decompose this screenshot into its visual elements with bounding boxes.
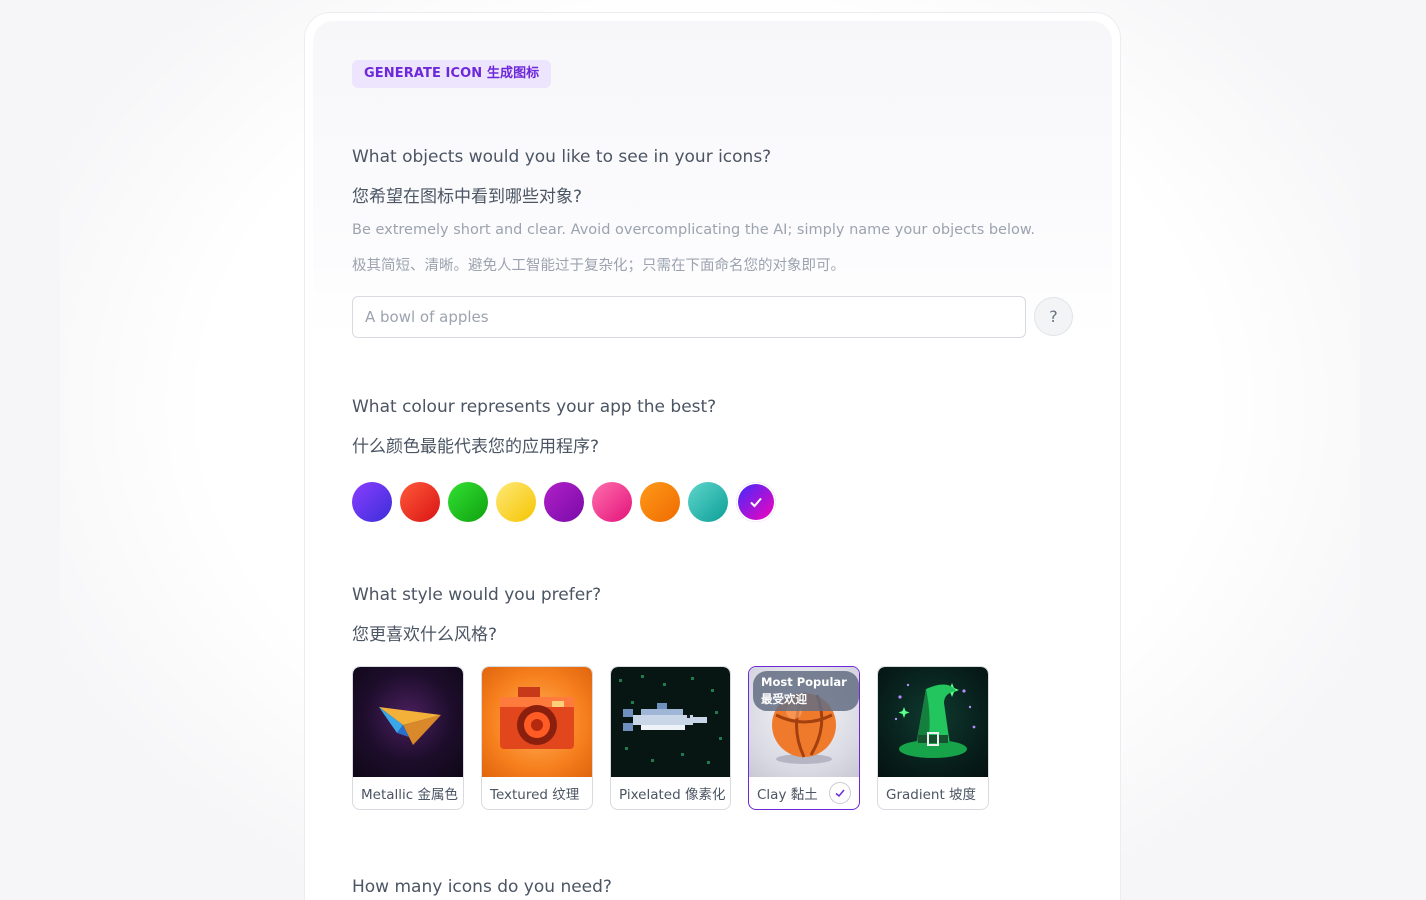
- objects-hint-en: Be extremely short and clear. Avoid over…: [352, 222, 1036, 238]
- colour-swatch-red[interactable]: [400, 482, 440, 522]
- generate-icon-badge: GENERATE ICON 生成图标: [352, 60, 552, 88]
- style-label-clay: Clay 黏土: [757, 787, 818, 803]
- colour-question-en: What colour represents your app the best…: [352, 397, 717, 417]
- style-label-pixelated: Pixelated 像素化: [619, 787, 726, 803]
- camera-icon: [482, 667, 592, 777]
- objects-question-zh: 您希望在图标中看到哪些对象?: [352, 187, 583, 207]
- style-option-clay[interactable]: Most Popular 最受欢迎 Clay 黏土: [748, 666, 860, 810]
- objects-hint-zh: 极其简短、清晰。避免人工智能过于复杂化；只需在下面命名您的对象即可。: [352, 258, 845, 274]
- most-popular-badge: Most Popular 最受欢迎: [753, 671, 859, 711]
- style-option-pixelated[interactable]: Pixelated 像素化: [610, 666, 731, 810]
- dolphin-icon: [611, 667, 730, 777]
- colour-swatch-teal[interactable]: [688, 482, 728, 522]
- check-icon: [829, 782, 851, 804]
- style-option-metallic[interactable]: Metallic 金属色: [352, 666, 464, 810]
- style-question-zh: 您更喜欢什么风格?: [352, 625, 498, 645]
- colour-swatch-magenta-blue[interactable]: [736, 482, 776, 522]
- colour-swatch-orange[interactable]: [640, 482, 680, 522]
- objects-input[interactable]: [352, 296, 1026, 338]
- paper-plane-icon: [353, 667, 463, 777]
- check-icon: [750, 497, 762, 508]
- style-label-gradient: Gradient 坡度: [886, 787, 977, 803]
- style-question-en: What style would you prefer?: [352, 585, 602, 605]
- style-options: Metallic 金属色 Textured 纹理 Pixelated 像素化 M…: [352, 666, 989, 810]
- objects-question-en: What objects would you like to see in yo…: [352, 147, 772, 167]
- colour-swatch-pink[interactable]: [592, 482, 632, 522]
- colour-swatch-green[interactable]: [448, 482, 488, 522]
- style-label-textured: Textured 纹理: [490, 787, 580, 803]
- colour-question-zh: 什么颜色最能代表您的应用程序?: [352, 437, 600, 457]
- style-option-textured[interactable]: Textured 纹理: [481, 666, 593, 810]
- count-question-en: How many icons do you need?: [352, 877, 612, 897]
- colour-swatch-purple[interactable]: [544, 482, 584, 522]
- help-button[interactable]: ?: [1034, 297, 1073, 336]
- colour-swatches: [352, 482, 776, 522]
- colour-swatch-blue-purple[interactable]: [352, 482, 392, 522]
- colour-swatch-yellow[interactable]: [496, 482, 536, 522]
- style-option-gradient[interactable]: Gradient 坡度: [877, 666, 989, 810]
- witch-hat-icon: [878, 667, 988, 777]
- style-label-metallic: Metallic 金属色: [361, 787, 458, 803]
